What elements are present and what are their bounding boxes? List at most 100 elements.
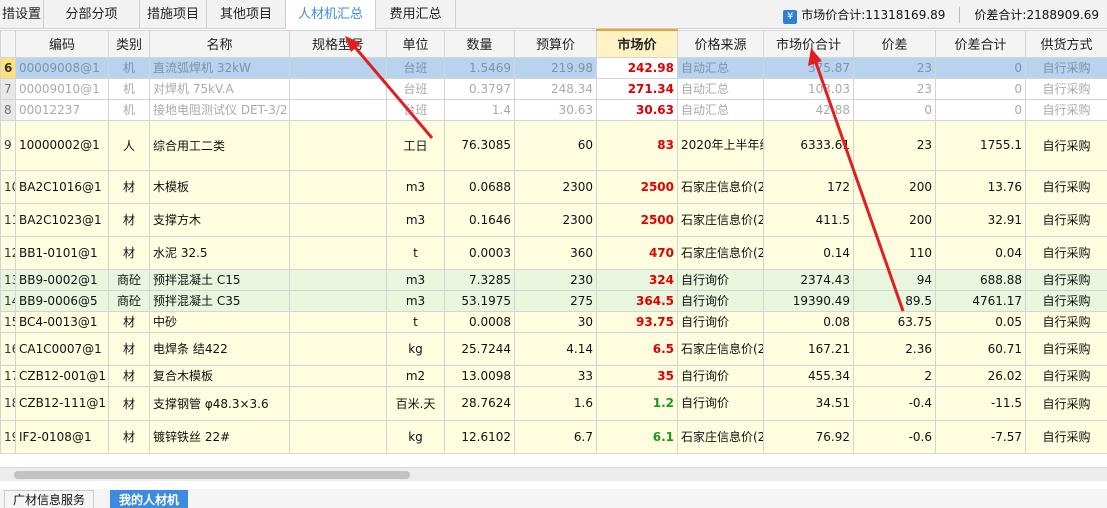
col-header-market-price[interactable]: 市场价 bbox=[596, 29, 678, 58]
diff-total-cell[interactable]: -11.5 bbox=[935, 385, 1026, 421]
col-header-spec[interactable]: 规格型号 bbox=[289, 29, 387, 58]
price-diff-cell[interactable]: 2 bbox=[853, 364, 936, 387]
row-number[interactable]: 15 bbox=[0, 310, 16, 333]
market-total-cell[interactable]: 0.14 bbox=[763, 235, 854, 270]
market-price-cell[interactable]: 1.2 bbox=[596, 385, 678, 421]
supply-method-cell[interactable]: 自行采购 bbox=[1025, 235, 1107, 270]
supply-method-cell[interactable]: 自行采购 bbox=[1025, 268, 1107, 291]
category-cell[interactable]: 机 bbox=[108, 56, 150, 79]
budget-price-cell[interactable]: 248.34 bbox=[514, 77, 597, 100]
quantity-cell[interactable]: 13.0098 bbox=[444, 364, 515, 387]
price-source-cell[interactable]: 自行询价 bbox=[677, 268, 764, 291]
spec-cell[interactable] bbox=[289, 77, 387, 100]
market-price-cell[interactable]: 6.1 bbox=[596, 419, 678, 454]
quantity-cell[interactable]: 28.7624 bbox=[444, 385, 515, 421]
market-total-cell[interactable]: 34.51 bbox=[763, 385, 854, 421]
name-cell[interactable]: 中砂 bbox=[149, 310, 290, 333]
code-cell[interactable]: 10000002@1 bbox=[15, 119, 109, 171]
spec-cell[interactable] bbox=[289, 98, 387, 121]
name-cell[interactable]: 复合木模板 bbox=[149, 364, 290, 387]
col-header-budget-price[interactable]: 预算价 bbox=[514, 29, 597, 58]
market-price-cell[interactable]: 2500 bbox=[596, 202, 678, 237]
price-diff-cell[interactable]: 23 bbox=[853, 119, 936, 171]
supply-method-cell[interactable]: 自行采购 bbox=[1025, 289, 1107, 312]
row-number[interactable]: 9 bbox=[0, 119, 16, 171]
unit-cell[interactable]: t bbox=[386, 310, 445, 333]
supply-method-cell[interactable]: 自行采购 bbox=[1025, 98, 1107, 121]
price-diff-cell[interactable]: 200 bbox=[853, 169, 936, 204]
supply-method-cell[interactable]: 自行采购 bbox=[1025, 364, 1107, 387]
quantity-cell[interactable]: 0.0003 bbox=[444, 235, 515, 270]
budget-price-cell[interactable]: 30.63 bbox=[514, 98, 597, 121]
quantity-cell[interactable]: 25.7244 bbox=[444, 331, 515, 366]
spec-cell[interactable] bbox=[289, 331, 387, 366]
market-price-cell[interactable]: 35 bbox=[596, 364, 678, 387]
name-cell[interactable]: 预拌混凝土 C35 bbox=[149, 289, 290, 312]
tab-my-resources[interactable]: 我的人材机 bbox=[110, 490, 189, 508]
name-cell[interactable]: 接地电阻测试仪 DET-3/2 bbox=[149, 98, 290, 121]
table-row[interactable]: 13BB9-0002@1商砼预拌混凝土 C15 m37.3285230324自行询… bbox=[0, 268, 1107, 291]
name-cell[interactable]: 预拌混凝土 C15 bbox=[149, 268, 290, 291]
row-number[interactable]: 14 bbox=[0, 289, 16, 312]
unit-cell[interactable]: kg bbox=[386, 419, 445, 454]
spec-cell[interactable] bbox=[289, 268, 387, 291]
unit-cell[interactable]: 台班 bbox=[386, 98, 445, 121]
unit-cell[interactable]: m3 bbox=[386, 169, 445, 204]
table-row[interactable]: 6 00009008@1 机直流弧焊机 32kW 台班 1.5469 219.98 242.… bbox=[0, 56, 1107, 79]
table-row[interactable]: 17CZB12-001@1材复合木模板 m213.00983335自行询价455.… bbox=[0, 364, 1107, 387]
budget-price-cell[interactable]: 30 bbox=[514, 310, 597, 333]
row-number[interactable]: 6 bbox=[0, 56, 16, 79]
market-total-cell[interactable]: 172 bbox=[763, 169, 854, 204]
category-cell[interactable]: 材 bbox=[108, 364, 150, 387]
market-price-cell[interactable]: 242.98 bbox=[596, 56, 678, 79]
price-diff-cell[interactable]: -0.6 bbox=[853, 419, 936, 454]
spec-cell[interactable] bbox=[289, 169, 387, 204]
col-header-quantity[interactable]: 数量 bbox=[444, 29, 515, 58]
diff-total-cell[interactable]: 60.71 bbox=[935, 331, 1026, 366]
spec-cell[interactable] bbox=[289, 310, 387, 333]
market-price-cell[interactable]: 470 bbox=[596, 235, 678, 270]
unit-cell[interactable]: m3 bbox=[386, 268, 445, 291]
spec-cell[interactable] bbox=[289, 385, 387, 421]
table-row[interactable]: 8 00012237 机接地电阻测试仪 DET-3/2 台班 1.4 30.63 30.63… bbox=[0, 98, 1107, 121]
col-header-diff-total[interactable]: 价差合计 bbox=[935, 29, 1026, 58]
price-source-cell[interactable]: 自动汇总 bbox=[677, 98, 764, 121]
table-row[interactable]: 14BB9-0006@5商砼预拌混凝土 C35 m353.1975275364.5… bbox=[0, 289, 1107, 312]
spec-cell[interactable] bbox=[289, 119, 387, 171]
supply-method-cell[interactable]: 自行采购 bbox=[1025, 385, 1107, 421]
name-cell[interactable]: 综合用工二类 bbox=[149, 119, 290, 171]
name-cell[interactable]: 支撑钢管 φ48.3×3.6 bbox=[149, 385, 290, 421]
price-source-cell[interactable]: 2020年上半年综合用工指导价（石建信价(2020)2号） bbox=[677, 119, 764, 171]
price-diff-cell[interactable]: -0.4 bbox=[853, 385, 936, 421]
budget-price-cell[interactable]: 360 bbox=[514, 235, 597, 270]
name-cell[interactable]: 对焊机 75kV.A bbox=[149, 77, 290, 100]
table-row[interactable]: 7 00009010@1 机对焊机 75kV.A 台班 0.3797 248.34 271.… bbox=[0, 77, 1107, 100]
price-diff-cell[interactable]: 94 bbox=[853, 268, 936, 291]
price-source-cell[interactable]: 自动汇总 bbox=[677, 56, 764, 79]
category-cell[interactable]: 商砼 bbox=[108, 268, 150, 291]
col-header-unit[interactable]: 单位 bbox=[386, 29, 445, 58]
market-total-cell[interactable]: 455.34 bbox=[763, 364, 854, 387]
col-header-name[interactable]: 名称 bbox=[149, 29, 290, 58]
quantity-cell[interactable]: 53.1975 bbox=[444, 289, 515, 312]
quantity-cell[interactable]: 1.4 bbox=[444, 98, 515, 121]
unit-cell[interactable]: m3 bbox=[386, 289, 445, 312]
col-header-code[interactable]: 编码 bbox=[15, 29, 109, 58]
col-header-price-source[interactable]: 价格来源 bbox=[677, 29, 764, 58]
price-source-cell[interactable]: 自动汇总 bbox=[677, 77, 764, 100]
market-price-cell[interactable]: 93.75 bbox=[596, 310, 678, 333]
price-source-cell[interactable]: 石家庄信息价(2020年11月) bbox=[677, 202, 764, 237]
budget-price-cell[interactable]: 33 bbox=[514, 364, 597, 387]
price-source-cell[interactable]: 石家庄信息价(2021年01月) bbox=[677, 331, 764, 366]
unit-cell[interactable]: 工日 bbox=[386, 119, 445, 171]
supply-method-cell[interactable]: 自行采购 bbox=[1025, 77, 1107, 100]
category-cell[interactable]: 材 bbox=[108, 169, 150, 204]
horizontal-scrollbar[interactable] bbox=[0, 467, 1107, 481]
quantity-cell[interactable]: 0.1646 bbox=[444, 202, 515, 237]
quantity-cell[interactable]: 7.3285 bbox=[444, 268, 515, 291]
price-source-cell[interactable]: 石家庄信息价(2021年01月) bbox=[677, 419, 764, 454]
name-cell[interactable]: 支撑方木 bbox=[149, 202, 290, 237]
tab-fee-summary[interactable]: 费用汇总 bbox=[376, 0, 456, 29]
supply-method-cell[interactable]: 自行采购 bbox=[1025, 169, 1107, 204]
row-number[interactable]: 7 bbox=[0, 77, 16, 100]
